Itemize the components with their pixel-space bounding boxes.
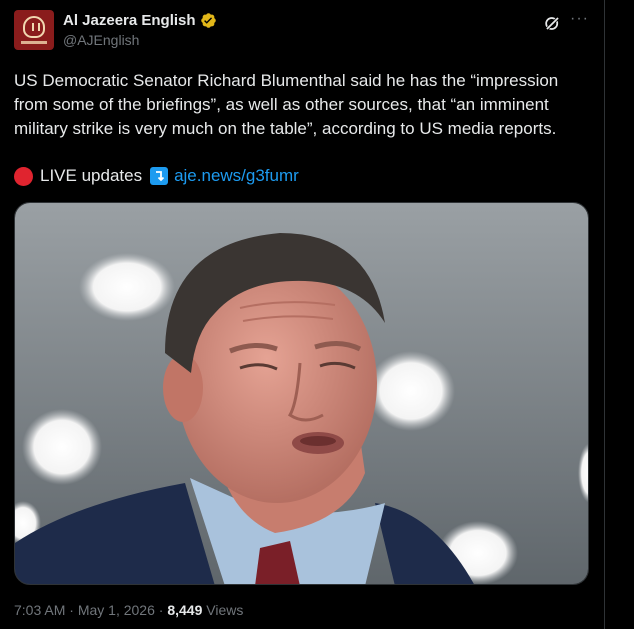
tweet-text: US Democratic Senator Richard Blumenthal… — [14, 71, 559, 138]
timeline-divider — [604, 0, 605, 629]
live-updates-row: LIVE updates aje.news/g3fumr — [14, 166, 299, 186]
al-jazeera-logo-icon — [23, 16, 45, 38]
meta-separator: · — [158, 602, 164, 618]
views-label: Views — [206, 602, 244, 618]
senator-photo — [15, 203, 588, 584]
grok-icon[interactable] — [543, 14, 562, 33]
live-updates-label: LIVE updates — [40, 166, 143, 185]
tweet-meta: 7:03 AM · May 1, 2026 · 8,449 Views — [14, 602, 243, 618]
tweet-time[interactable]: 7:03 AM — [14, 602, 65, 618]
handle[interactable]: @AJEnglish — [63, 32, 217, 48]
news-link[interactable]: aje.news/g3fumr — [174, 166, 299, 186]
tweet-photo[interactable] — [14, 202, 589, 585]
meta-separator: · — [69, 602, 74, 618]
avatar[interactable] — [14, 10, 54, 50]
views-count: 8,449 — [167, 602, 203, 618]
verified-badge-icon[interactable] — [200, 12, 217, 29]
display-name[interactable]: Al Jazeera English — [63, 12, 196, 29]
tweet-date[interactable]: May 1, 2026 — [78, 602, 155, 618]
tweet-header: Al Jazeera English @AJEnglish — [14, 10, 217, 50]
author-names: Al Jazeera English @AJEnglish — [63, 12, 217, 48]
red-circle-icon — [14, 166, 33, 186]
right-arrow-curving-up-icon — [150, 167, 169, 185]
more-options-icon[interactable]: ··· — [570, 10, 589, 28]
